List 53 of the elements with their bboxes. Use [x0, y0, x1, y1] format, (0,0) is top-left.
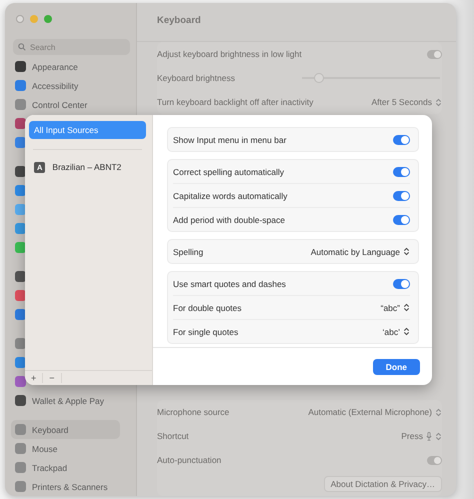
source-item[interactable]: All Input Sources — [29, 121, 146, 139]
sidebar-item[interactable]: Mouse — [32, 444, 58, 454]
popup-value: “abc” — [380, 302, 400, 312]
toggle-switch[interactable] — [393, 214, 410, 224]
popup-value: Press — [401, 431, 423, 441]
chevron-icon — [435, 98, 442, 106]
setting-label: Correct spelling automatically — [173, 166, 284, 176]
sidebar-item[interactable]: Accessibility — [32, 80, 78, 90]
sidebar-item[interactable]: Trackpad — [32, 462, 68, 472]
source-label: Brazilian – ABNT2 — [52, 162, 122, 172]
zoom-icon[interactable] — [44, 15, 52, 23]
setting-label: Spelling — [173, 246, 204, 256]
microphone-icon — [426, 432, 432, 440]
sidebar-item[interactable]: Appearance — [32, 62, 78, 72]
list-button[interactable]: − — [43, 373, 62, 383]
toggle-switch[interactable] — [427, 456, 442, 464]
setting-label: For single quotes — [173, 326, 238, 336]
sidebar-item[interactable]: Control Center — [32, 100, 88, 110]
setting-label: Use smart quotes and dashes — [173, 278, 286, 288]
sidebar-item[interactable]: Wallet & Apple Pay — [32, 396, 104, 406]
setting-label: Add period with double-space — [173, 214, 285, 224]
chevron-icon — [403, 303, 410, 312]
sidebar-item-selected[interactable]: Keyboard — [11, 420, 120, 439]
chevron-icon — [403, 327, 410, 336]
toggle-switch[interactable] — [393, 190, 410, 200]
slider-thumb[interactable] — [314, 73, 324, 83]
sidebar-item[interactable]: Printers & Scanners — [32, 482, 108, 492]
popup-button[interactable]: “abc” — [380, 302, 410, 312]
about-button[interactable]: About Dictation & Privacy… — [324, 476, 442, 492]
search-field[interactable]: Search — [13, 39, 130, 55]
minimize-icon[interactable] — [30, 15, 38, 23]
popup-button[interactable]: ‘abc’ — [382, 326, 410, 336]
setting-label: Adjust keyboard brightness in low light — [157, 49, 302, 59]
toggle-switch[interactable] — [393, 134, 410, 144]
popup-value: ‘abc’ — [382, 326, 400, 336]
toggle-switch[interactable] — [393, 166, 410, 176]
popup-button[interactable]: Press — [401, 431, 442, 441]
setting-label: Capitalize words automatically — [173, 190, 288, 200]
setting-label: For double quotes — [173, 302, 242, 312]
setting-label: Keyboard brightness — [157, 73, 235, 83]
setting-label: Microphone source — [157, 407, 230, 417]
toggle-switch[interactable] — [393, 278, 410, 288]
chevron-icon — [403, 247, 410, 256]
chevron-icon — [435, 408, 442, 416]
chevron-icon — [435, 432, 442, 440]
close-icon[interactable] — [16, 15, 24, 23]
setting-label: Auto-punctuation — [157, 455, 222, 465]
list-button[interactable]: + — [25, 373, 44, 383]
done-button[interactable]: Done — [372, 358, 420, 374]
setting-label: Show Input menu in menu bar — [173, 134, 286, 144]
setting-label: Shortcut — [157, 431, 189, 441]
toggle-switch[interactable] — [427, 50, 442, 58]
setting-label: Turn keyboard backlight off after inactivity — [157, 97, 314, 107]
